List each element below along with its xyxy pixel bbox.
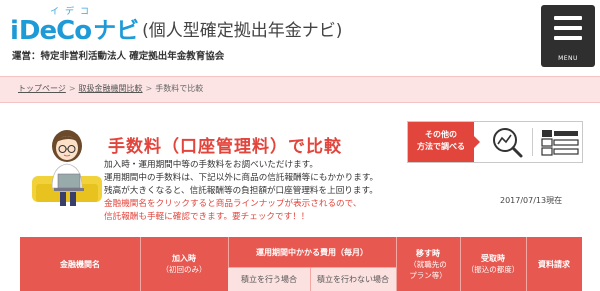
breadcrumb-link-top[interactable]: トップページ xyxy=(18,84,66,93)
page-title: 手数料（口座管理料）で比較 xyxy=(108,137,342,157)
site-logo[interactable]: イデコ i DeCo ナビ (個人型確定拠出年金ナビ) xyxy=(10,6,342,46)
hamburger-icon xyxy=(554,16,582,46)
breadcrumb: トップページ > 取扱金融機関比較 > 手数料で比較 xyxy=(0,76,600,103)
breadcrumb-separator: > xyxy=(145,84,153,93)
logo-ruby: イデコ xyxy=(50,7,96,17)
desc-line: 運用期間中の手数料は、下記以外に商品の信託報酬等にもかかります。 xyxy=(104,173,379,183)
th-with-contribution: 積立を行う場合 xyxy=(241,274,297,284)
breadcrumb-link-compare[interactable]: 取扱金融機関比較 xyxy=(79,84,143,93)
page-description: 加入時・運用期間中等の手数料をお調べいただけます。 運用期間中の手数料は、下記以… xyxy=(104,159,404,224)
th-benefit: 受取時 （振込の都度） xyxy=(466,254,520,274)
logo-subtitle: (個人型確定拠出年金ナビ) xyxy=(142,21,343,41)
desc-line: 残高が大きくなると、信託報酬等の負担額が口座管理料を上回ります。 xyxy=(104,186,378,196)
logo-navi: ナビ xyxy=(93,18,140,44)
th-documents: 資料請求 xyxy=(538,259,570,269)
site-header: イデコ i DeCo ナビ (個人型確定拠出年金ナビ) 運営：特定非営利活動法人… xyxy=(0,0,600,74)
breadcrumb-separator: > xyxy=(68,84,76,93)
note-line: 金融機関名をクリックすると商品ラインナップが表示されるので、 xyxy=(104,199,362,209)
logo-deco: DeCo xyxy=(18,16,92,46)
fee-table-header: 金融機関名 加入時 （初回のみ） 運用期間中かかる費用（毎月） 積立を行う場合 … xyxy=(20,237,582,291)
other-methods-box[interactable]: その他の 方法で調べる xyxy=(407,121,583,163)
note-line: 信託報酬も手軽に確認できます。要チェックです！！ xyxy=(104,212,310,222)
other-methods-label: その他の 方法で調べる xyxy=(408,122,474,162)
th-transfer: 移す時 （就職先の プラン等） xyxy=(409,248,447,280)
chart-magnifier-icon[interactable] xyxy=(488,125,528,159)
th-without-contribution: 積立を行わない場合 xyxy=(317,274,389,284)
th-institution: 金融機関名 xyxy=(60,259,100,269)
sort-list-icon[interactable] xyxy=(540,126,580,158)
desc-line: 加入時・運用期間中等の手数料をお調べいただけます。 xyxy=(104,160,318,170)
th-running: 運用期間中かかる費用（毎月） xyxy=(256,247,368,257)
menu-button[interactable]: MENU xyxy=(541,5,595,67)
divider xyxy=(532,128,533,156)
arrow-right-icon xyxy=(474,136,480,148)
breadcrumb-current: 手数料で比較 xyxy=(155,84,204,93)
th-join: 加入時 （初回のみ） xyxy=(161,254,207,274)
woman-with-laptop-illustration xyxy=(32,130,102,206)
menu-label: MENU xyxy=(558,55,578,62)
logo-i: i xyxy=(10,16,19,46)
operator-text: 運営：特定非営利活動法人 確定拠出年金教育協会 xyxy=(12,51,225,62)
as-of-date: 2017/07/13現在 xyxy=(500,196,563,205)
